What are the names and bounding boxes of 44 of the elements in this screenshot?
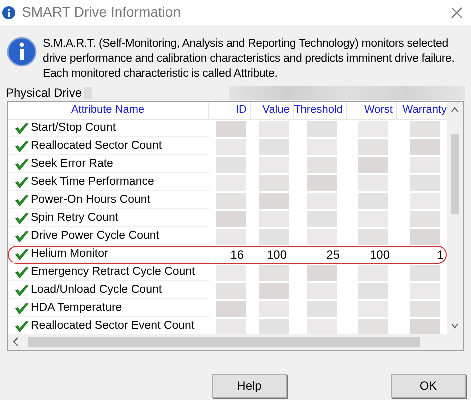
attribute-row[interactable]: Load/Unload Cycle Count	[8, 282, 447, 300]
scroll-thumb[interactable]	[451, 134, 459, 214]
vertical-scrollbar[interactable]	[447, 102, 463, 334]
attribute-name: Drive Power Cycle Count	[31, 228, 160, 244]
table-cell-text: 16	[230, 247, 245, 264]
scroll-thumb[interactable]	[28, 337, 420, 347]
attribute-name: Reallocated Sector Count	[31, 138, 162, 154]
attribute-name: Power-On Hours Count	[31, 192, 151, 208]
attribute-row[interactable]: Spin Retry Count	[8, 210, 447, 228]
attribute-name: Reallocated Sector Event Count	[31, 318, 195, 334]
attribute-row[interactable]: Drive Power Cycle Count	[8, 228, 447, 246]
column-header[interactable]: Value	[251, 102, 294, 119]
dialog-button[interactable]: OK	[391, 374, 466, 398]
attribute-row[interactable]: Seek Time Performance	[8, 174, 447, 192]
attribute-row[interactable]: Reallocated Sector Count	[8, 138, 447, 156]
attribute-name: Load/Unload Cycle Count	[31, 282, 162, 298]
close-icon[interactable]	[451, 6, 463, 18]
attribute-name: HDA Temperature	[31, 300, 122, 316]
attribute-row[interactable]: HDA Temperature	[8, 300, 447, 318]
column-header[interactable]: Threshold	[294, 102, 347, 119]
attribute-row[interactable]: Start/Stop Count	[8, 120, 447, 138]
attribute-name: Start/Stop Count	[31, 120, 116, 136]
attribute-name: Seek Time Performance	[31, 174, 154, 190]
attribute-row[interactable]: Power-On Hours Count	[8, 192, 447, 210]
attribute-name: Seek Error Rate	[31, 156, 114, 172]
table-cell-text: 1	[436, 247, 445, 264]
attribute-row[interactable]: Emergency Retract Cycle Count	[8, 264, 447, 282]
info-icon	[7, 37, 37, 67]
description-text: S.M.A.R.T. (Self-Monitoring, Analysis and Reporting Technology) monitors selected drive performance and calibration characteristics and predicts imminent drive failure. Each monitored characteristic is called Attribute.	[43, 37, 456, 82]
table-cell-text: 25	[326, 247, 341, 264]
window-title: SMART Drive Information	[22, 3, 182, 22]
physical-drive-label: Physical Drive	[6, 85, 82, 102]
column-header[interactable]: Worst	[347, 102, 397, 119]
attribute-row[interactable]: Helium Monitor 16 100 25 100 1	[8, 246, 447, 264]
attribute-name: Helium Monitor	[31, 246, 108, 262]
table-cell-text: 100	[368, 247, 391, 264]
attribute-row[interactable]: Seek Error Rate	[8, 156, 447, 174]
column-header[interactable]: ID	[209, 102, 251, 119]
attribute-name: Emergency Retract Cycle Count	[31, 264, 196, 280]
column-header[interactable]: Attribute Name	[8, 102, 209, 119]
attribute-name: Spin Retry Count	[31, 210, 119, 226]
dialog-button[interactable]: Help	[212, 374, 287, 398]
table-cell-text: 100	[266, 247, 288, 264]
horizontal-scrollbar[interactable]	[8, 334, 463, 350]
